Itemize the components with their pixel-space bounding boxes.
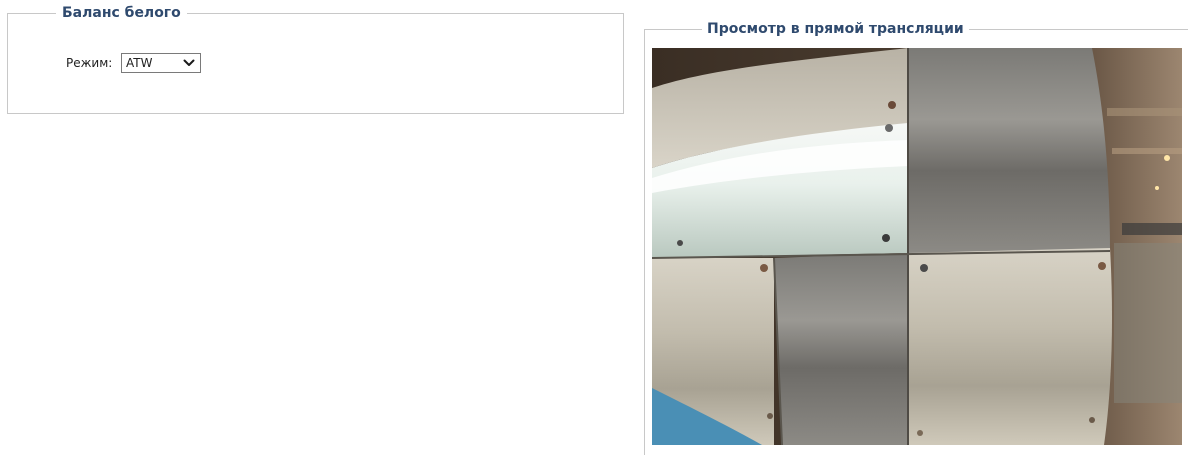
- mode-label: Режим:: [66, 56, 113, 70]
- camera-feed-scene: [652, 48, 1182, 445]
- page: Баланс белого Режим: ATW Просмотр в прям…: [0, 0, 1188, 455]
- chevron-down-icon: [183, 59, 195, 66]
- live-view-title: Просмотр в прямой трансляции: [702, 20, 969, 38]
- live-view-image: [652, 48, 1182, 445]
- white-balance-title: Баланс белого: [56, 4, 187, 22]
- mode-select[interactable]: ATW: [121, 53, 201, 73]
- mode-select-value: ATW: [126, 56, 153, 70]
